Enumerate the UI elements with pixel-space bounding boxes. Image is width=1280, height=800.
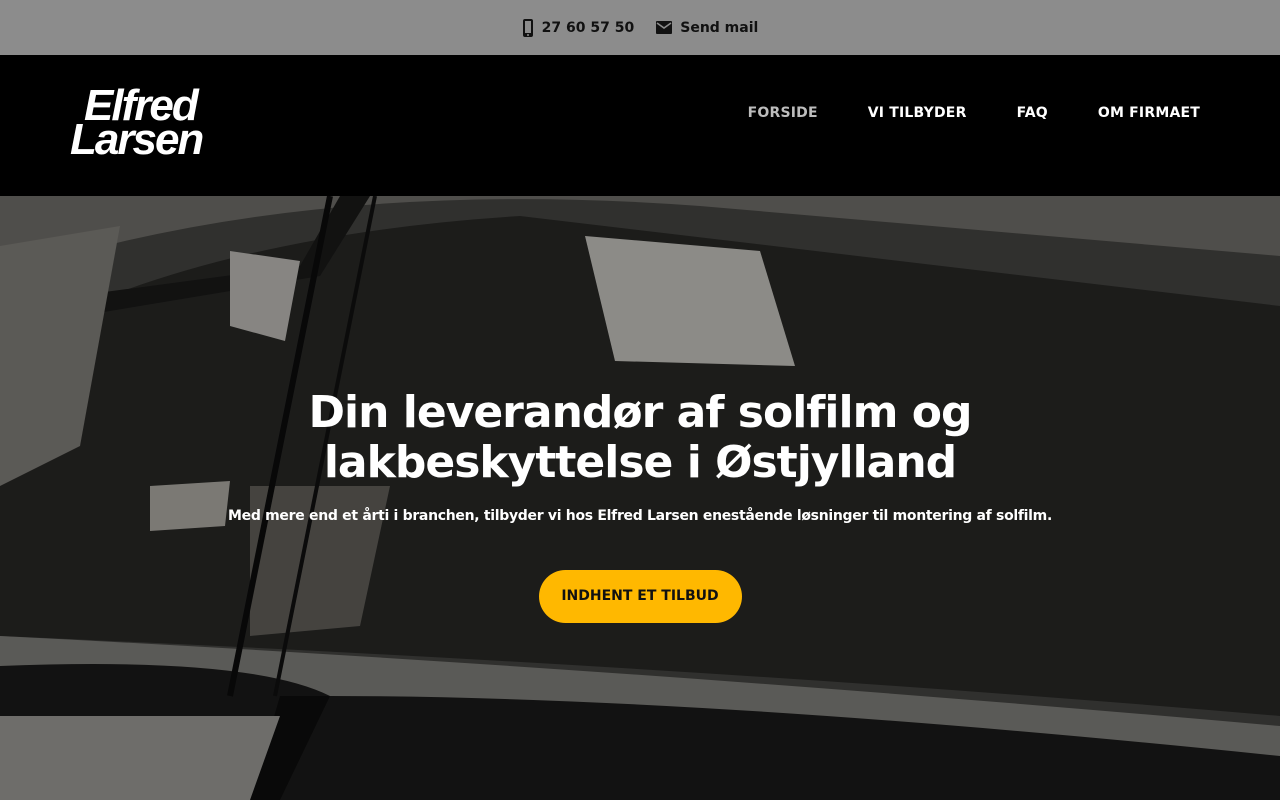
top-contact-bar: 27 60 57 50 Send mail [0,0,1280,55]
send-mail-link[interactable]: Send mail [656,20,758,36]
nav-item-om-firmaet[interactable]: OM FIRMAET [1098,105,1200,121]
logo-line-2: Larsen [70,115,204,164]
get-quote-button[interactable]: INDHENT ET TILBUD [538,570,742,623]
nav-item-forside[interactable]: FORSIDE [748,105,818,121]
hero-title: Din leverandør af solfilm og lakbeskytte… [308,387,972,488]
phone-link[interactable]: 27 60 57 50 [522,18,635,38]
mail-icon [656,21,673,34]
site-header: Elfred Larsen FORSIDE VI TILBYDER FAQ OM… [0,55,1280,196]
hero-content: Din leverandør af solfilm og lakbeskytte… [0,388,1280,623]
main-nav: FORSIDE VI TILBYDER FAQ OM FIRMAET [748,105,1200,121]
site-logo[interactable]: Elfred Larsen [70,84,222,164]
hero-subtitle: Med mere end et årti i branchen, tilbyde… [228,508,1052,524]
send-mail-label: Send mail [680,19,759,36]
nav-item-vi-tilbyder[interactable]: VI TILBYDER [868,105,967,121]
nav-item-faq[interactable]: FAQ [1017,105,1048,121]
phone-icon [522,18,534,38]
hero-section: Din leverandør af solfilm og lakbeskytte… [0,196,1280,800]
phone-number: 27 60 57 50 [541,19,635,36]
